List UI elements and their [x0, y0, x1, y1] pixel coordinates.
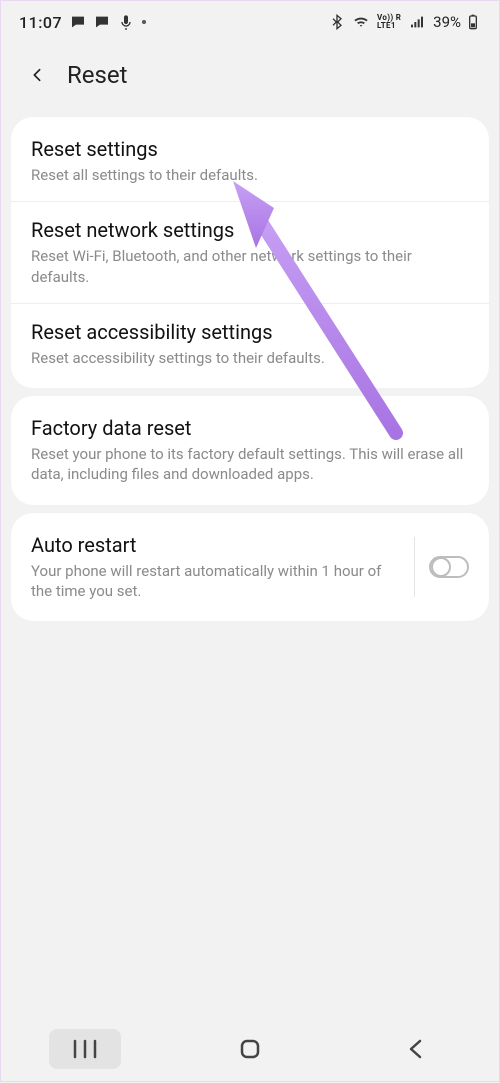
- item-desc: Reset your phone to its factory default …: [31, 444, 469, 485]
- battery-indicator: 39%: [433, 13, 481, 31]
- item-desc: Reset accessibility settings to their de…: [31, 348, 469, 368]
- chevron-left-icon: [29, 63, 45, 87]
- home-icon: [238, 1037, 262, 1061]
- item-title: Auto restart: [31, 533, 400, 557]
- item-desc: Reset all settings to their defaults.: [31, 165, 469, 185]
- auto-restart-item[interactable]: Auto restart Your phone will restart aut…: [11, 517, 489, 618]
- item-title: Reset settings: [31, 137, 469, 161]
- battery-percent: 39%: [433, 13, 461, 31]
- factory-data-reset-item[interactable]: Factory data reset Reset your phone to i…: [11, 400, 489, 501]
- item-title: Factory data reset: [31, 416, 469, 440]
- reset-options-card: Reset settings Reset all settings to the…: [11, 117, 489, 388]
- bluetooth-icon: [329, 14, 345, 30]
- navigation-bar: [1, 1025, 499, 1081]
- factory-reset-card: Factory data reset Reset your phone to i…: [11, 396, 489, 505]
- chat-icon: [94, 14, 110, 30]
- vertical-divider: [414, 537, 415, 598]
- auto-restart-card: Auto restart Your phone will restart aut…: [11, 513, 489, 622]
- network-bot: LTE1: [377, 22, 396, 30]
- dot-icon: [142, 20, 146, 24]
- signal-icon: [409, 14, 425, 30]
- nav-back-button[interactable]: [379, 1029, 451, 1069]
- reset-settings-item[interactable]: Reset settings Reset all settings to the…: [11, 121, 489, 201]
- item-desc: Reset Wi-Fi, Bluetooth, and other networ…: [31, 246, 469, 287]
- home-button[interactable]: [214, 1029, 286, 1069]
- mic-icon: [118, 14, 134, 30]
- status-clock: 11:07: [19, 13, 62, 32]
- battery-icon: [465, 14, 481, 30]
- page-header: Reset: [1, 37, 499, 109]
- page-title: Reset: [67, 61, 127, 89]
- recents-icon: [71, 1039, 99, 1059]
- auto-restart-toggle[interactable]: [429, 556, 469, 578]
- network-indicator: Vo)) R LTE1: [377, 14, 401, 30]
- wifi-icon: [353, 14, 369, 30]
- item-title: Reset accessibility settings: [31, 320, 469, 344]
- reset-accessibility-settings-item[interactable]: Reset accessibility settings Reset acces…: [11, 303, 489, 384]
- status-bar: 11:07 Vo)) R LTE1 39%: [1, 1, 499, 37]
- item-title: Reset network settings: [31, 218, 469, 242]
- status-right: Vo)) R LTE1 39%: [329, 13, 481, 31]
- item-desc: Your phone will restart automatically wi…: [31, 561, 400, 602]
- toggle-knob: [431, 557, 451, 577]
- recents-button[interactable]: [49, 1029, 121, 1069]
- status-left: 11:07: [19, 13, 146, 32]
- reset-network-settings-item[interactable]: Reset network settings Reset Wi-Fi, Blue…: [11, 201, 489, 303]
- back-button[interactable]: [23, 61, 51, 89]
- chevron-left-icon: [405, 1037, 425, 1061]
- chat-icon: [70, 14, 86, 30]
